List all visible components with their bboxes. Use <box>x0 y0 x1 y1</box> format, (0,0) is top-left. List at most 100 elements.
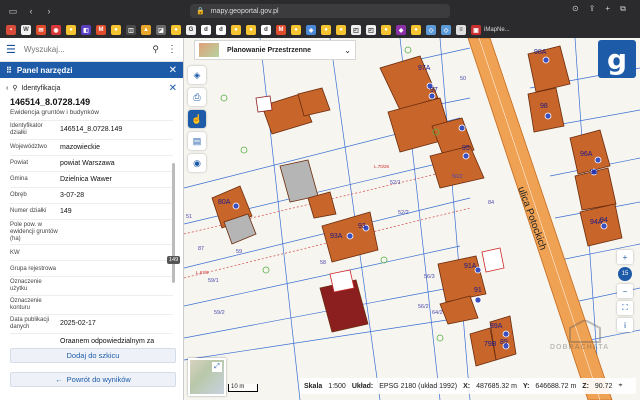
parcel-label: 52/1 <box>390 180 401 186</box>
bookmark-icon[interactable]: M <box>276 25 286 35</box>
address-point <box>474 296 482 304</box>
bookmark-icon[interactable]: ● <box>291 25 301 35</box>
hamburger-icon[interactable]: ☰ <box>6 43 16 56</box>
layer-dropdown[interactable]: Planowanie Przestrzenne ⌄ <box>194 40 356 60</box>
building-label: 94A <box>590 219 603 226</box>
bookmark-icon[interactable]: M <box>96 25 106 35</box>
add-to-sketch-button[interactable]: Dodaj do szkicu <box>10 348 176 363</box>
zoom-out-icon[interactable]: − <box>617 284 633 298</box>
back-to-results-button[interactable]: ← Powrót do wyników <box>10 372 176 387</box>
bookmark-icon[interactable]: ◰ <box>351 25 361 35</box>
building-label: 98 <box>540 103 548 110</box>
bookmark-icon[interactable]: ◰ <box>366 25 376 35</box>
attribute-value: 146514_8.0728.149 <box>60 126 123 134</box>
parcel-label: 56/2 <box>418 304 429 310</box>
bookmark-label[interactable]: iMapNe... <box>484 27 510 33</box>
attribute-key <box>10 339 60 343</box>
attribute-row: Gmina Dzielnica Wawer <box>10 170 173 187</box>
chevron-left-icon[interactable]: ‹ <box>6 85 8 92</box>
bookmark-icon[interactable]: G <box>186 25 196 35</box>
forward-icon[interactable]: › <box>42 5 56 17</box>
add-to-sketch-label: Dodaj do szkicu <box>66 351 120 360</box>
tree-symbol <box>404 46 412 54</box>
address-point <box>462 152 470 160</box>
building-gray <box>279 159 319 203</box>
bookmark-icon[interactable]: ▪ <box>6 25 16 35</box>
parcel-id: 146514_8.0728.149 <box>10 97 91 107</box>
building-label: 79B <box>484 341 497 348</box>
tree-symbol <box>220 94 228 102</box>
building-label: 93 <box>358 223 366 230</box>
bookmark-icon[interactable]: ● <box>336 25 346 35</box>
bookmark-icon[interactable]: ● <box>381 25 391 35</box>
locate-icon[interactable]: ⌖ <box>618 382 622 390</box>
bookmark-icon[interactable]: ◪ <box>156 25 166 35</box>
attribute-row: Oraanem odpowiedzialnym za <box>10 332 173 349</box>
attribute-key: KW <box>10 249 20 256</box>
parcel-line <box>183 317 461 361</box>
scale-value[interactable]: 1:500 <box>328 383 346 390</box>
new-tab-icon[interactable]: + <box>605 4 610 14</box>
bookmark-icon[interactable]: d <box>216 25 226 35</box>
back-icon[interactable]: ‹ <box>24 5 38 17</box>
close-icon[interactable]: ✕ <box>169 83 177 94</box>
camera-icon[interactable]: ◉ <box>188 154 206 172</box>
share-icon[interactable]: ⇪ <box>589 4 596 14</box>
building <box>527 87 565 133</box>
parcel-label: 58 <box>320 260 326 266</box>
crs-value[interactable]: EPSG 2180 (układ 1992) <box>379 383 457 390</box>
bookmark-icon[interactable]: d <box>261 25 271 35</box>
address-bar[interactable]: 🔒 mapy.geoportal.gov.pl <box>190 4 450 18</box>
kebab-menu-icon[interactable]: ⋮ <box>167 44 177 55</box>
bookmark-icon[interactable]: ≡ <box>456 25 466 35</box>
red-label: L.67/6 <box>196 270 209 275</box>
bookmark-icon[interactable]: ✉ <box>36 25 46 35</box>
zoom-in-icon[interactable]: + <box>617 250 633 264</box>
bookmark-icon[interactable]: ● <box>66 25 76 35</box>
bookmark-icon[interactable]: ● <box>411 25 421 35</box>
bookmark-icon[interactable]: W <box>21 25 31 35</box>
bookmark-icon[interactable]: ◈ <box>306 25 316 35</box>
search-input[interactable] <box>23 45 145 54</box>
close-icon[interactable]: ✕ <box>169 65 177 76</box>
identify-hand-icon[interactable]: ☝ <box>188 110 206 128</box>
bookmark-icon[interactable]: ◉ <box>51 25 61 35</box>
bookmark-icon[interactable]: ◧ <box>81 25 91 35</box>
bookmark-icon[interactable]: ● <box>231 25 241 35</box>
expand-icon[interactable]: ⤢ <box>212 362 222 372</box>
tabs-icon[interactable]: ⧉ <box>620 4 626 14</box>
nav-controls: ▭ ‹ › <box>6 5 56 17</box>
bookmark-icon[interactable]: ◫ <box>126 25 136 35</box>
layers-icon[interactable]: ◈ <box>188 66 206 84</box>
bookmark-icon[interactable]: ▣ <box>471 25 481 35</box>
bookmark-icon[interactable]: ● <box>246 25 256 35</box>
bookmark-icon[interactable]: ▲ <box>141 25 151 35</box>
clipboard-icon[interactable]: ▤ <box>188 132 206 150</box>
minimap[interactable]: ⤢ <box>188 358 226 396</box>
info-icon[interactable]: i <box>617 318 633 332</box>
x-value: 487685.32 m <box>476 382 517 390</box>
bookmark-icon[interactable]: ◇ <box>426 25 436 35</box>
panel-scrollbar[interactable] <box>172 163 175 283</box>
download-icon[interactable]: ⊙ <box>572 4 579 14</box>
bookmark-icon[interactable]: ● <box>171 25 181 35</box>
parcel-label: 50 <box>460 76 466 82</box>
attribute-value: 2025-02-17 <box>60 320 96 328</box>
building-label: 89 <box>500 339 508 346</box>
bookmark-icon[interactable]: ● <box>111 25 121 35</box>
sidebar-toggle-icon[interactable]: ▭ <box>6 5 20 17</box>
bookmark-icon[interactable]: d <box>201 25 211 35</box>
tool-panel-title: Panel narzędzi <box>16 65 73 75</box>
parcel-label: 84 <box>488 200 494 206</box>
bookmark-icon[interactable]: ◇ <box>441 25 451 35</box>
status-bar: Skala 1:500 Układ: EPSG 2180 (układ 1992… <box>300 378 636 394</box>
z-label: Z: <box>582 382 589 390</box>
watermark-text: DOBRACHATA <box>550 344 610 351</box>
bookmark-icon[interactable]: ● <box>321 25 331 35</box>
parcel-label: 64/2 <box>432 310 443 316</box>
search-icon[interactable]: ⚲ <box>152 44 159 55</box>
geoportal-logo[interactable]: g <box>598 40 636 78</box>
print-icon[interactable]: ⎙ <box>188 88 206 106</box>
fullscreen-icon[interactable]: ⛶ <box>617 301 633 315</box>
bookmark-icon[interactable]: ◆ <box>396 25 406 35</box>
